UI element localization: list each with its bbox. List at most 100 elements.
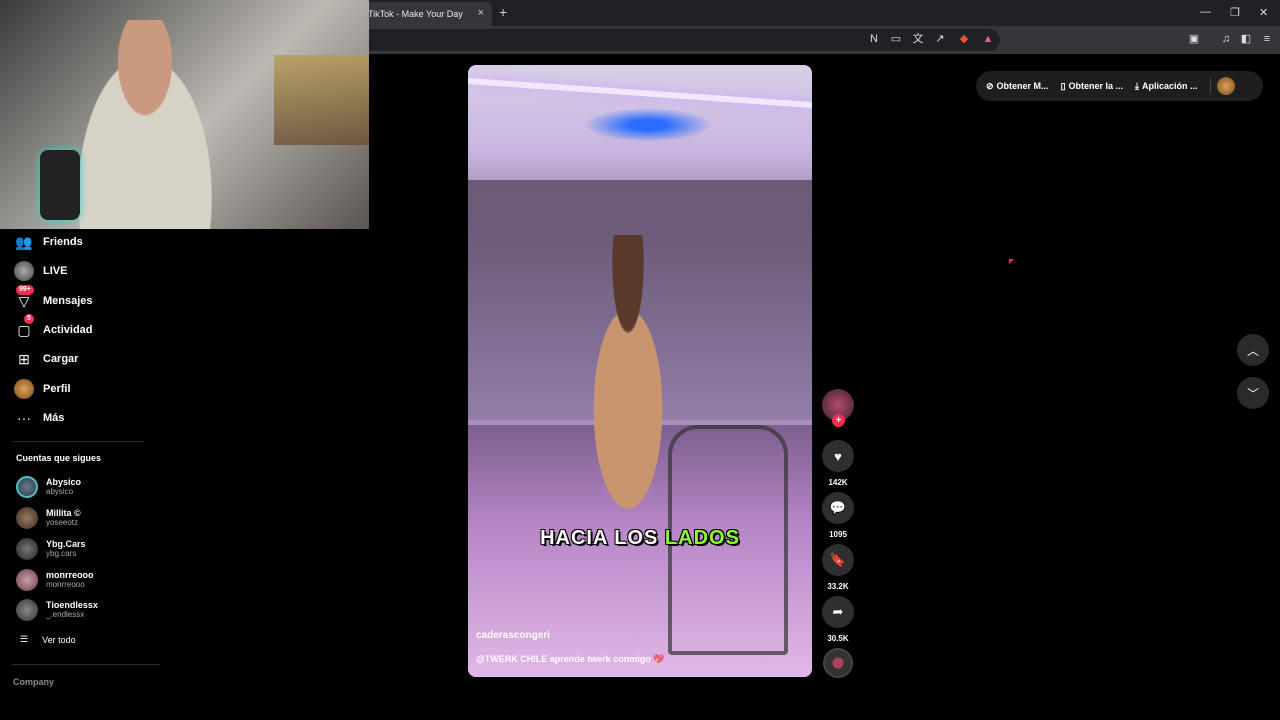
bookmark-icon[interactable]: 🔖 — [822, 544, 854, 576]
close-tab-icon[interactable]: × — [478, 7, 484, 19]
phone-icon: ▯ — [1060, 80, 1066, 91]
following-name: Ybg.Cars — [46, 539, 86, 549]
sidebar-item-label: Mensajes — [43, 295, 93, 307]
following-item[interactable]: Tioendlessx _.endlessx — [16, 599, 98, 621]
following-name: Tioendlessx — [46, 600, 98, 610]
rewards-icon[interactable]: ▲ — [981, 32, 995, 46]
top-actions-bar: ⊘ Obtener M... ▯ Obtener la ... ⤓ Aplicació… — [976, 71, 1263, 101]
microphone — [40, 150, 80, 220]
sidebar-item-more[interactable]: ··· Más — [14, 407, 64, 429]
sidebar-item-messages[interactable]: ▽ 99+ Mensajes — [14, 285, 93, 312]
get-coins-button[interactable]: ⊘ Obtener M... — [986, 81, 1049, 92]
sidebar-item-label: Friends — [43, 236, 83, 248]
cast-icon[interactable]: ▭ — [889, 32, 903, 46]
sidebar-item-profile[interactable]: Perfil — [14, 378, 71, 400]
previous-video-button[interactable]: ︿ — [1237, 334, 1269, 366]
sidebar-item-label: Más — [43, 412, 65, 424]
new-tab-button[interactable]: + — [499, 4, 507, 20]
see-all-label: Ver todo — [42, 634, 76, 645]
sidebar-divider — [12, 441, 144, 442]
sidebar-item-label: LIVE — [43, 265, 68, 277]
following-handle: _.endlessx — [46, 610, 85, 619]
follow-button[interactable]: + — [832, 414, 845, 427]
desktop-app-label: Aplicación ... — [1142, 81, 1198, 91]
menu-icon[interactable]: ≡ — [1260, 32, 1274, 46]
sidebar-item-label: Perfil — [43, 383, 71, 395]
minimize-icon[interactable]: — — [1200, 6, 1211, 18]
following-name: Abysico — [46, 477, 82, 487]
sidebar-item-label: Cargar — [43, 353, 79, 365]
avatar — [16, 569, 38, 591]
video-neon-light — [468, 77, 812, 109]
following-name: monrreooo — [46, 570, 94, 580]
webcam-overlay — [0, 0, 369, 229]
following-item[interactable]: monrreooo monrreooo — [16, 569, 94, 591]
video-ceiling-light — [573, 105, 723, 145]
get-app-button[interactable]: ▯ Obtener la ... — [1061, 81, 1123, 92]
live-icon — [14, 261, 34, 281]
address-bar[interactable] — [360, 29, 1000, 51]
caption-highlight: LADOS — [664, 527, 740, 549]
download-icon: ⤓ — [1135, 80, 1140, 91]
heart-icon[interactable]: ♥ — [822, 440, 854, 472]
comment-icon[interactable]: 💬 — [822, 492, 854, 524]
share-arrow-icon[interactable]: ➦ — [822, 596, 854, 628]
profile-avatar — [14, 379, 34, 399]
sidebar-item-upload[interactable]: ⊞ Cargar — [14, 348, 78, 370]
tab-title: TikTok - Make Your Day — [368, 9, 463, 19]
share-count: 30.5K — [827, 634, 849, 643]
following-handle: abysico — [46, 487, 74, 496]
browser-tab[interactable]: TikTok - Make Your Day × — [352, 2, 492, 26]
video-caption-overlay: HACIA LOS LADOS — [468, 527, 812, 550]
next-video-button[interactable]: ﹀ — [1237, 377, 1269, 409]
following-item[interactable]: Abysico abysico — [16, 476, 81, 498]
share-action[interactable]: ➦ 30.5K — [822, 596, 854, 643]
comment-action[interactable]: 💬 1095 — [822, 492, 854, 539]
following-item[interactable]: Ybg.Cars ybg.cars — [16, 538, 86, 560]
following-handle: monrreooo — [46, 580, 85, 589]
avatar — [16, 599, 38, 621]
sidebar-item-friends[interactable]: 👥 Friends — [14, 231, 83, 253]
sidebar-item-live[interactable]: LIVE — [14, 260, 67, 282]
comment-count: 1095 — [829, 530, 847, 539]
see-all-link[interactable]: ☰ Ver todo — [20, 634, 76, 645]
brave-shield-icon[interactable]: ◆ — [957, 32, 971, 46]
video-player[interactable]: HACIA LOS LADOS caderascongeri @TWERK CH… — [468, 65, 812, 677]
media-icon[interactable]: ♫ — [1219, 32, 1233, 46]
music-disc-icon[interactable] — [823, 648, 853, 678]
sidebar-item-label: Actividad — [43, 324, 93, 336]
share-icon[interactable]: ↗ — [933, 32, 947, 46]
chevron-down-icon: ﹀ — [1246, 386, 1259, 401]
close-window-icon[interactable]: ✕ — [1259, 6, 1268, 19]
sidebar-item-activity[interactable]: ▢ 5 Actividad — [14, 314, 93, 341]
caption-text: HACIA LOS — [540, 527, 665, 549]
activity-badge: 5 — [24, 314, 34, 324]
restore-icon[interactable]: ❐ — [1230, 6, 1240, 19]
like-action[interactable]: ♥ 142K — [822, 440, 854, 487]
avatar[interactable] — [1216, 77, 1235, 95]
coin-icon: ⊘ — [986, 80, 994, 91]
avatar — [16, 538, 38, 560]
video-author[interactable]: caderascongeri — [476, 630, 550, 641]
messages-badge: 99+ — [16, 285, 34, 295]
webcam-shelf — [274, 55, 369, 145]
translate-icon[interactable]: 文 — [911, 32, 925, 46]
sidebar-panel-icon[interactable]: ▣ — [1187, 32, 1201, 46]
split-view-icon[interactable]: ◧ — [1239, 32, 1253, 46]
more-icon: ··· — [17, 410, 31, 426]
activity-icon: ▢ 5 — [14, 314, 34, 340]
desktop-app-button[interactable]: ⤓ Aplicación ... — [1135, 81, 1198, 92]
avatar — [16, 476, 38, 498]
like-count: 142K — [828, 478, 848, 487]
following-handle: yoseeotz — [46, 518, 79, 527]
messages-icon: ▽ 99+ — [14, 285, 34, 311]
reader-icon[interactable]: N — [867, 32, 881, 46]
streamer-figure — [60, 20, 230, 229]
sidebar-divider — [12, 664, 160, 665]
list-icon: ☰ — [20, 634, 29, 644]
get-app-label: Obtener la ... — [1068, 81, 1124, 91]
following-item[interactable]: Millita © yoseeotz — [16, 507, 81, 529]
mouse-cursor — [1009, 259, 1014, 264]
company-link[interactable]: Company — [13, 677, 54, 687]
save-action[interactable]: 🔖 33.2K — [822, 544, 854, 591]
